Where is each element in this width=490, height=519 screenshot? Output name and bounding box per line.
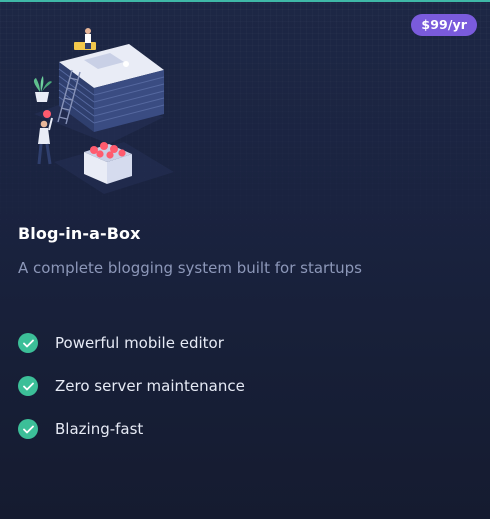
feature-label: Blazing-fast	[55, 420, 144, 438]
list-item: Zero server maintenance	[18, 375, 245, 397]
product-title: Blog-in-a-Box	[18, 224, 141, 243]
price-badge: $99/yr	[411, 14, 477, 36]
check-icon	[18, 333, 38, 353]
product-subtitle: A complete blogging system built for sta…	[18, 259, 362, 277]
list-item: Powerful mobile editor	[18, 332, 245, 354]
check-icon	[18, 419, 38, 439]
blog-box-illustration	[33, 28, 174, 194]
list-item: Blazing-fast	[18, 418, 245, 440]
check-icon	[18, 376, 38, 396]
product-card[interactable]: $99/yr Blog-in-a-Box A complete blogging…	[0, 0, 490, 519]
feature-label: Powerful mobile editor	[55, 334, 224, 352]
feature-label: Zero server maintenance	[55, 377, 245, 395]
feature-list: Powerful mobile editor Zero server maint…	[18, 332, 245, 461]
